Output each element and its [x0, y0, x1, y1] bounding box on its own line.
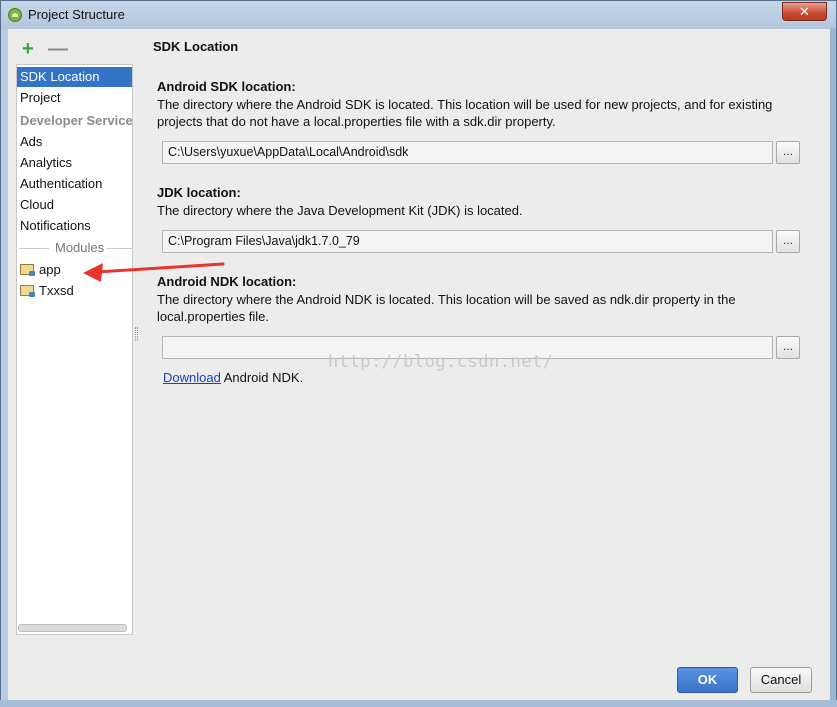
modules-separator: Modules [17, 240, 132, 256]
desc-line: projects that do not have a local.proper… [157, 114, 556, 129]
dialog-body: + — SDK Location Project Developer Servi… [8, 29, 831, 701]
module-folder-icon [20, 285, 35, 297]
splitter-handle[interactable] [135, 327, 138, 341]
sidebar-item-sdk-location[interactable]: SDK Location [17, 67, 132, 87]
jdk-description: The directory where the Java Development… [157, 203, 523, 218]
download-ndk-suffix: Android NDK. [220, 370, 304, 385]
cancel-button[interactable]: Cancel [750, 667, 812, 693]
project-structure-window: Project Structure ✕ + — SDK Location Pro… [0, 0, 837, 707]
sidebar-item-cloud[interactable]: Cloud [17, 195, 132, 215]
android-sdk-browse-button[interactable]: ... [776, 141, 800, 164]
sidebar-item-authentication[interactable]: Authentication [17, 174, 132, 194]
sidebar-item-project[interactable]: Project [17, 88, 132, 108]
desc-line: local.properties file. [157, 309, 269, 324]
sidebar-horizontal-scrollbar[interactable] [18, 624, 127, 632]
window-title: Project Structure [28, 7, 125, 22]
module-label: Txxsd [39, 283, 74, 298]
android-ndk-description: The directory where the Android NDK is l… [157, 291, 797, 325]
module-folder-icon [20, 264, 35, 276]
jdk-title: JDK location: [157, 185, 241, 200]
separator-line [107, 248, 132, 249]
download-ndk-row: Download Android NDK. [163, 370, 303, 385]
sidebar-list: SDK Location Project Developer Services … [16, 64, 133, 635]
red-arrow-annotation [83, 262, 225, 282]
jdk-path-input[interactable]: C:\Program Files\Java\jdk1.7.0_79 [162, 230, 773, 253]
watermark: http://blog.csdn.net/ [328, 352, 554, 372]
android-sdk-path-input[interactable]: C:\Users\yuxue\AppData\Local\Android\sdk [162, 141, 773, 164]
desc-line: The directory where the Android NDK is l… [157, 292, 736, 307]
jdk-browse-button[interactable]: ... [776, 230, 800, 253]
title-bar[interactable]: Project Structure ✕ [1, 1, 836, 29]
add-icon[interactable]: + [22, 38, 34, 61]
android-ndk-browse-button[interactable]: ... [776, 336, 800, 359]
module-label: app [39, 262, 61, 277]
sidebar-item-analytics[interactable]: Analytics [17, 153, 132, 173]
sidebar-header-developer-services: Developer Services [20, 113, 133, 128]
ok-button[interactable]: OK [677, 667, 738, 693]
window-bottom-edge [0, 700, 837, 707]
remove-icon[interactable]: — [48, 38, 68, 61]
android-studio-icon [8, 8, 22, 22]
close-button[interactable]: ✕ [782, 2, 827, 21]
modules-label: Modules [52, 240, 108, 255]
sidebar-item-notifications[interactable]: Notifications [17, 216, 132, 236]
page-title: SDK Location [153, 39, 239, 54]
android-sdk-title: Android SDK location: [157, 79, 296, 94]
separator-line [19, 248, 49, 249]
download-ndk-link[interactable]: Download [163, 370, 221, 385]
android-sdk-description: The directory where the Android SDK is l… [157, 96, 797, 130]
desc-line: The directory where the Android SDK is l… [157, 97, 773, 112]
window-right-edge [830, 28, 836, 706]
sidebar-item-ads[interactable]: Ads [17, 132, 132, 152]
